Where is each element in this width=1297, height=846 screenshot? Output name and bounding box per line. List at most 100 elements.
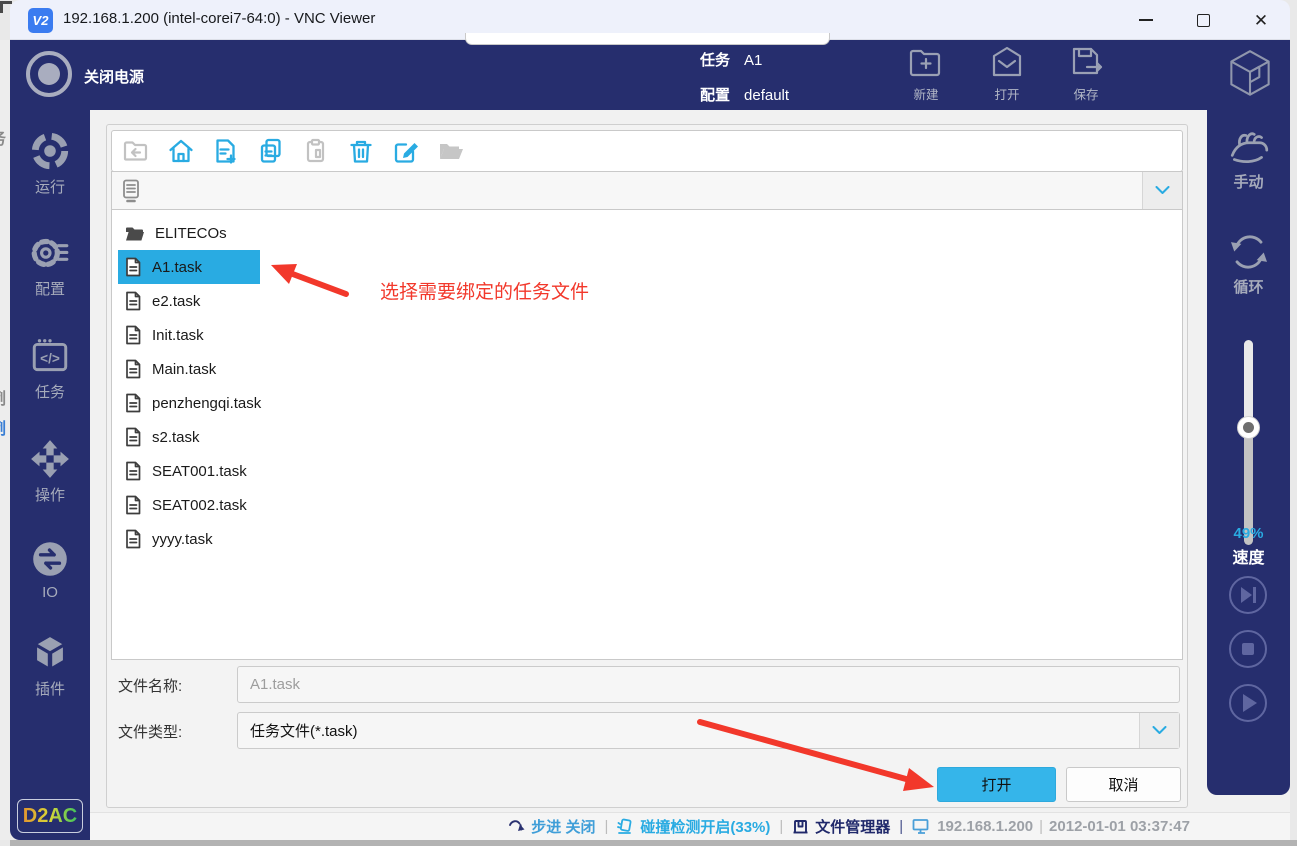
back-folder-icon[interactable] (122, 137, 150, 165)
slider-thumb-dot (1243, 422, 1254, 433)
file-list-item[interactable]: SEAT001.task (118, 454, 261, 488)
file-list-item[interactable]: Main.task (118, 352, 230, 386)
run-icon (29, 130, 71, 172)
file-list-item[interactable]: SEAT002.task (118, 488, 261, 522)
speed-percent: 49% (1207, 525, 1290, 542)
new-task-icon (907, 44, 945, 82)
power-off-label[interactable]: 关闭电源 (84, 66, 144, 87)
file-list-item[interactable]: yyyy.task (118, 522, 227, 556)
rename-icon[interactable] (392, 137, 420, 165)
location-combobox[interactable] (111, 171, 1183, 210)
desktop-background (1290, 0, 1297, 846)
new-file-icon[interactable] (212, 137, 240, 165)
maximize-button[interactable] (1180, 0, 1226, 40)
sidebar-item-config[interactable]: 配置 (10, 232, 90, 299)
open-folder-icon[interactable] (437, 137, 465, 165)
collision-detection-status[interactable]: 碰撞检测开启(33%) (640, 816, 770, 837)
task-file-icon (124, 495, 142, 515)
sidebar-config-label: 配置 (35, 278, 65, 299)
save-task-label: 保存 (1073, 84, 1098, 103)
sidebar-io-label: IO (42, 584, 58, 601)
open-button[interactable]: 打开 (937, 767, 1056, 802)
loop-label: 循环 (1233, 276, 1263, 297)
speed-slider-thumb[interactable] (1237, 416, 1260, 439)
file-name: ELITECOs (155, 225, 227, 242)
chevron-down-icon (1152, 726, 1167, 735)
file-name: Init.task (152, 327, 204, 344)
separator: | (779, 818, 783, 835)
file-name: SEAT002.task (152, 497, 247, 514)
minimize-button[interactable] (1123, 0, 1169, 40)
file-list-item[interactable]: e2.task (118, 284, 214, 318)
file-dialog-toolbar (111, 130, 1183, 172)
file-type-select[interactable]: 任务文件(*.task) (237, 712, 1180, 749)
sidebar-run-label: 运行 (35, 176, 65, 197)
mode-loop[interactable]: 循环 (1207, 228, 1290, 297)
cancel-button[interactable]: 取消 (1066, 767, 1181, 802)
step-mode-status[interactable]: 步进 关闭 (531, 816, 595, 837)
background-window-text: 例 (0, 385, 6, 409)
file-type-dropdown-button[interactable] (1139, 713, 1179, 748)
file-list-item[interactable]: Init.task (118, 318, 218, 352)
mode-manual[interactable]: 手动 (1207, 125, 1290, 192)
cancel-button-label: 取消 (1108, 774, 1138, 795)
sidebar-item-io[interactable]: IO (10, 538, 90, 601)
chevron-down-icon (1155, 186, 1170, 195)
sidebar-item-operate[interactable]: 操作 (10, 438, 90, 505)
open-task-icon (988, 44, 1026, 82)
play-button[interactable] (1228, 683, 1268, 723)
remote-ip: 192.168.1.200 (937, 818, 1033, 835)
io-icon (29, 538, 71, 580)
background-window-strip: 务 例 例 (0, 40, 10, 840)
file-manager-icon (792, 818, 809, 835)
sidebar-item-plugin[interactable]: 插件 (10, 632, 90, 699)
skip-end-button[interactable] (1228, 575, 1268, 615)
paste-icon[interactable] (302, 137, 330, 165)
list-view-icon (120, 179, 142, 203)
task-file-icon (124, 325, 142, 345)
step-mode-icon (508, 819, 525, 835)
delete-icon[interactable] (347, 137, 375, 165)
new-task-label: 新建 (913, 84, 938, 103)
d2ac-badge[interactable]: D2AC (17, 799, 83, 833)
collision-detect-icon (617, 818, 634, 835)
file-name: Main.task (152, 361, 216, 378)
config-label: 配置 (700, 87, 730, 104)
open-task-button[interactable]: 打开 (975, 44, 1039, 103)
file-list-item[interactable]: s2.task (118, 420, 214, 454)
maximize-icon (1197, 14, 1210, 27)
file-name: A1.task (152, 259, 202, 276)
screen: 务 例 例 V2 192.168.1.200 (intel-corei7-64:… (0, 0, 1297, 846)
loop-icon (1225, 228, 1273, 276)
save-task-icon (1067, 44, 1105, 82)
task-file-icon (124, 257, 142, 277)
minimize-icon (1139, 19, 1153, 21)
svg-text:</>: </> (40, 351, 60, 366)
stop-button[interactable] (1228, 629, 1268, 669)
power-off-button[interactable] (26, 51, 72, 97)
file-list-item[interactable]: ELITECOs (118, 216, 241, 250)
config-value: default (744, 87, 789, 104)
file-manager-status[interactable]: 文件管理器 (815, 816, 890, 837)
file-name-input[interactable] (237, 666, 1180, 703)
task-file-icon (124, 393, 142, 413)
sidebar-item-task[interactable]: </> 任务 (10, 335, 90, 402)
sidebar-item-run[interactable]: 运行 (10, 130, 90, 197)
background-window-text: 例 (0, 415, 6, 439)
file-list[interactable]: ELITECOs A1.task e2.task Init.task Main.… (111, 209, 1183, 660)
play-icon (1228, 683, 1268, 723)
save-task-button[interactable]: 保存 (1054, 44, 1118, 103)
separator: | (1039, 818, 1043, 835)
copy-icon[interactable] (257, 137, 285, 165)
file-name: penzhengqi.task (152, 395, 261, 412)
vnc-toolbar-handle[interactable] (465, 33, 830, 45)
file-list-item-selected[interactable]: A1.task (118, 250, 260, 284)
new-task-button[interactable]: 新建 (894, 44, 958, 103)
home-icon[interactable] (167, 137, 195, 165)
task-label: 任务 (700, 52, 730, 69)
file-list-item[interactable]: penzhengqi.task (118, 386, 275, 420)
close-button[interactable]: ✕ (1238, 0, 1284, 40)
background-window-text: 务 (0, 125, 6, 149)
desktop-background (10, 840, 1297, 846)
combobox-dropdown-button[interactable] (1142, 172, 1182, 209)
